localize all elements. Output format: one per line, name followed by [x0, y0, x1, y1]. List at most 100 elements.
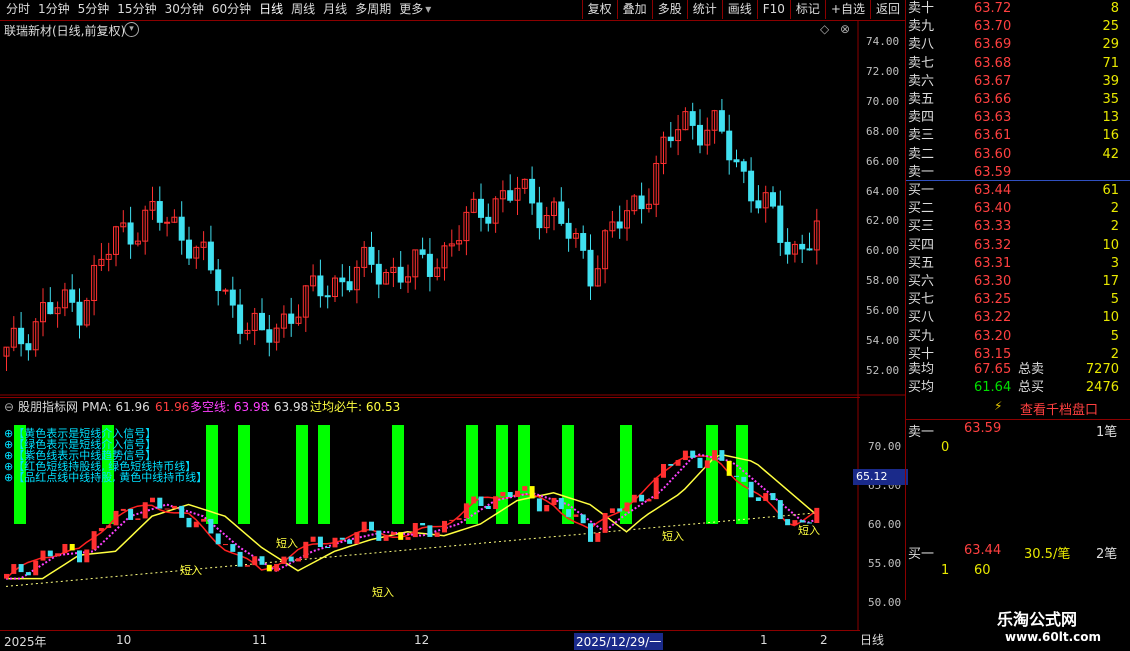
- settings-icon[interactable]: ⊖: [4, 398, 14, 416]
- price-tick: 52.00: [866, 363, 900, 377]
- date-label: 1: [760, 633, 768, 647]
- date-axis: 2025年 10 11 12 2025/12/29/一 1 2: [0, 630, 860, 651]
- date-label: 10: [116, 633, 132, 647]
- orderbook-row[interactable]: 买六 63.30 17: [906, 273, 1130, 291]
- indicator-candle: [339, 537, 345, 540]
- candle-body: [689, 111, 696, 126]
- orderbook-row[interactable]: 买四 63.32 10: [906, 237, 1130, 255]
- order-book: 卖十 63.72 8 卖九 63.70 25 卖八 63.69 29 卖七 63.68 71 卖六 63.…: [905, 0, 1130, 395]
- orderbook-row[interactable]: 买五 63.31 3: [906, 255, 1130, 273]
- candle-body: [25, 343, 32, 351]
- price-tick: 62.00: [866, 214, 900, 228]
- level-volume: 13: [1102, 110, 1119, 126]
- level-price: 63.66: [974, 92, 1012, 107]
- indicator-candle: [602, 512, 608, 533]
- level-price: 63.61: [974, 128, 1012, 144]
- level-price: 63.68: [974, 55, 1012, 71]
- indicator-candle: [595, 532, 601, 542]
- orderbook-row[interactable]: 买七 63.25 5: [906, 291, 1130, 309]
- orderbook-row[interactable]: 卖六 63.67 39: [906, 73, 1130, 91]
- indicator-candle: [624, 502, 630, 512]
- period-indicator[interactable]: 日线: [860, 631, 884, 648]
- indicator-candle: [471, 496, 477, 504]
- level-label: 买二: [908, 201, 935, 217]
- indicator-candle: [354, 532, 360, 544]
- orderbook-row[interactable]: 买三 63.33 2: [906, 218, 1130, 236]
- candle-body: [207, 241, 214, 271]
- bid1-b: 60: [974, 563, 991, 578]
- indicator-candle: [785, 519, 791, 526]
- indicator-candle: [434, 532, 440, 537]
- orderbook-row[interactable]: 卖七 63.68 71: [906, 55, 1130, 73]
- candle-body: [777, 205, 784, 243]
- price-tick: 70.00: [866, 94, 900, 108]
- bid1-label: 买一: [908, 547, 935, 562]
- level-price: 63.32: [974, 237, 1012, 253]
- candle-body: [536, 202, 543, 229]
- main-chart: [0, 20, 905, 630]
- indicator-candle: [244, 565, 250, 567]
- orderbook-row[interactable]: 卖九 63.70 25: [906, 18, 1130, 36]
- orderbook-row[interactable]: 卖八 63.69 29: [906, 36, 1130, 54]
- indicator-candle: [193, 521, 199, 528]
- indicator-candle: [500, 492, 506, 497]
- level-volume: 17: [1102, 274, 1119, 289]
- indicator-candle: [515, 490, 520, 498]
- indicator-candle: [157, 497, 163, 509]
- indicator-candle: [609, 508, 615, 513]
- candle-body: [806, 248, 813, 251]
- indicator-candle: [201, 518, 207, 522]
- indicator-candle: [580, 514, 586, 524]
- ask1-label: 卖一: [908, 425, 935, 440]
- indicator-candle: [325, 546, 331, 548]
- indicator-candle: [770, 493, 776, 501]
- indicator-candle: [398, 532, 404, 540]
- indicator-candle: [551, 497, 557, 505]
- level-volume: 10: [1102, 237, 1119, 253]
- candle-body: [697, 124, 703, 146]
- orderbook-row[interactable]: 卖十 63.72 8: [906, 0, 1130, 18]
- orderbook-row[interactable]: 卖五 63.66 35: [906, 91, 1130, 109]
- value-white: : 63.98: [266, 400, 309, 414]
- candle-body: [178, 216, 185, 241]
- depth-button[interactable]: 查看千档盘口: [1020, 399, 1098, 418]
- orderbook-row[interactable]: 卖三 63.61 16: [906, 127, 1130, 145]
- indicator-candle: [310, 536, 316, 542]
- indicator-candle: [40, 550, 46, 561]
- indicator-tick: 55.00: [868, 557, 902, 570]
- depth-bar: ⚡ 查看千档盘口: [906, 395, 1130, 420]
- candle-body: [339, 277, 346, 283]
- value-red: 61.96: [155, 400, 190, 414]
- indicator-candle: [164, 508, 170, 510]
- ask1-price: 63.59: [964, 421, 1002, 436]
- candle-body: [164, 221, 171, 224]
- indicator-header: ⊖ 股朋指标网 PMA: 61.96 61.96 多空线: 63.98 : 63…: [0, 397, 860, 416]
- candle-body: [740, 161, 747, 172]
- indicator-candle: [18, 564, 24, 573]
- candle-body: [485, 216, 492, 224]
- orderbook-row[interactable]: 买一 63.44 61: [906, 182, 1130, 200]
- indicator-name: 股朋指标网: [18, 400, 79, 414]
- price-tick: 58.00: [866, 274, 900, 288]
- indicator-tick: 60.00: [868, 518, 902, 531]
- pma-label: PMA: 61.96: [82, 400, 150, 414]
- candle-body: [616, 221, 623, 229]
- indicator-candle: [266, 564, 272, 572]
- level-label: 卖八: [908, 37, 935, 53]
- candle-body: [18, 327, 25, 345]
- indicator-candle: [507, 492, 513, 498]
- indicator-candle: [135, 518, 141, 520]
- indicator-candle: [33, 560, 39, 576]
- orderbook-row[interactable]: 买九 63.20 5: [906, 328, 1130, 346]
- orderbook-row[interactable]: 卖二 63.60 42: [906, 146, 1130, 164]
- indicator-candle: [755, 497, 761, 501]
- orderbook-row[interactable]: 买八 63.22 10: [906, 309, 1130, 327]
- orderbook-row[interactable]: 买二 63.40 2: [906, 200, 1130, 218]
- bid1-price: 63.44: [964, 543, 1002, 558]
- candle-body: [317, 275, 324, 297]
- candle-body: [565, 222, 572, 239]
- signal-bar: [706, 425, 718, 524]
- orderbook-row[interactable]: 卖四 63.63 13: [906, 109, 1130, 127]
- candle-body: [127, 222, 134, 245]
- indicator-candle: [347, 539, 353, 544]
